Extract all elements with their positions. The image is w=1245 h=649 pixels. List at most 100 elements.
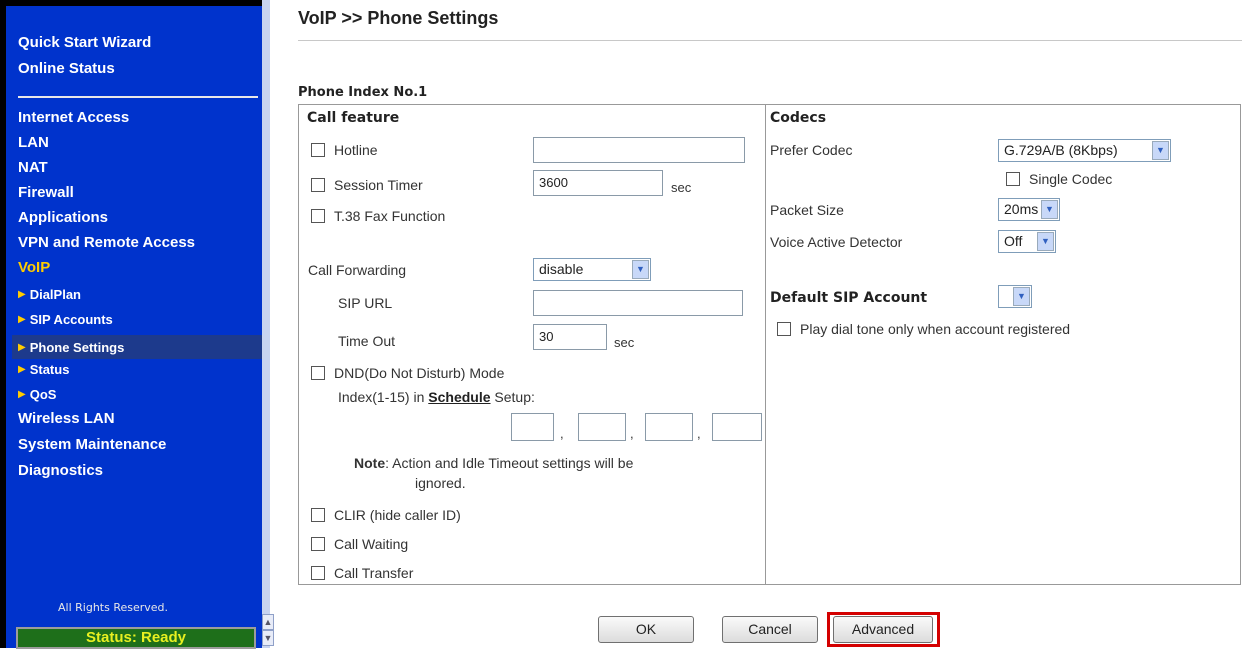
time-out-input[interactable]: 30 <box>533 324 607 350</box>
clir-checkbox[interactable] <box>311 508 325 522</box>
scroll-down-arrow-icon[interactable]: ▼ <box>262 630 274 646</box>
nav-internet-access[interactable]: Internet Access <box>18 109 129 126</box>
triangle-right-icon: ▶ <box>18 341 26 353</box>
comma-separator: , <box>630 426 634 441</box>
scrollbar-track[interactable] <box>262 0 270 648</box>
call-waiting-label: Call Waiting <box>334 536 409 552</box>
schedule-index-1-input[interactable] <box>511 413 554 441</box>
play-dial-tone-checkbox[interactable] <box>777 322 791 336</box>
prefer-codec-label: Prefer Codec <box>770 142 853 158</box>
vad-select[interactable]: Off ▼ <box>998 230 1056 253</box>
note-text: Note: Action and Idle Timeout settings w… <box>354 455 633 471</box>
nav-sub-label: DialPlan <box>29 287 81 302</box>
chevron-down-icon: ▼ <box>632 260 649 279</box>
nav-nat[interactable]: NAT <box>18 159 48 176</box>
play-dial-tone-label: Play dial tone only when account registe… <box>800 321 1071 337</box>
default-sip-account-select[interactable]: ▼ <box>998 285 1032 308</box>
session-timer-checkbox[interactable] <box>311 178 325 192</box>
nav-applications[interactable]: Applications <box>18 209 108 226</box>
schedule-index-2-input[interactable] <box>578 413 626 441</box>
default-sip-account-label: Default SIP Account <box>770 290 928 306</box>
triangle-right-icon: ▶ <box>18 364 26 375</box>
comma-separator: , <box>697 426 701 441</box>
clir-label: CLIR (hide caller ID) <box>334 507 461 523</box>
t38-fax-checkbox[interactable] <box>311 209 325 223</box>
nav-firewall[interactable]: Firewall <box>18 184 74 201</box>
nav-quick-start-wizard[interactable]: Quick Start Wizard <box>18 34 151 51</box>
dnd-checkbox[interactable] <box>311 366 325 380</box>
nav-lan[interactable]: LAN <box>18 134 49 151</box>
hotline-checkbox[interactable] <box>311 143 325 157</box>
chevron-down-icon: ▼ <box>1041 200 1058 219</box>
nav-sub-qos[interactable]: ▶ QoS <box>18 387 56 402</box>
sidebar: Quick Start Wizard Online Status Interne… <box>0 0 264 649</box>
sidebar-divider <box>18 96 258 98</box>
nav-sub-phone-settings[interactable]: ▶ Phone Settings <box>12 335 264 359</box>
nav-online-status[interactable]: Online Status <box>18 60 115 77</box>
prefer-codec-value: G.729A/B (8Kbps) <box>1004 142 1118 158</box>
single-codec-label: Single Codec <box>1029 171 1113 187</box>
advanced-button[interactable]: Advanced <box>833 616 933 643</box>
nav-sub-label: Status <box>29 362 70 377</box>
time-out-label: Time Out <box>338 333 396 349</box>
packet-size-select[interactable]: 20ms ▼ <box>998 198 1060 221</box>
codecs-header: Codecs <box>770 110 827 126</box>
vad-label: Voice Active Detector <box>770 234 903 250</box>
sip-url-input[interactable] <box>533 290 743 316</box>
copyright-text: All Rights Reserved. <box>58 601 169 614</box>
hotline-label: Hotline <box>334 142 378 158</box>
index-suffix-text: Setup: <box>494 389 535 405</box>
chevron-down-icon: ▼ <box>1037 232 1054 251</box>
packet-size-value: 20ms <box>1004 201 1039 217</box>
sip-url-label: SIP URL <box>338 295 393 311</box>
nav-wireless-lan[interactable]: Wireless LAN <box>18 410 115 427</box>
nav-vpn-remote-access[interactable]: VPN and Remote Access <box>18 234 195 251</box>
schedule-index-4-input[interactable] <box>712 413 762 441</box>
nav-sub-label: Phone Settings <box>29 339 125 355</box>
nav-sub-label: SIP Accounts <box>29 312 113 327</box>
session-timer-label: Session Timer <box>334 177 423 193</box>
chevron-down-icon: ▼ <box>1152 141 1169 160</box>
schedule-link[interactable]: Schedule <box>428 389 490 405</box>
comma-separator: , <box>560 426 564 441</box>
session-timer-unit: sec <box>671 180 692 195</box>
chevron-down-icon: ▼ <box>1013 287 1030 306</box>
dnd-label: DND(Do Not Disturb) Mode <box>334 365 505 381</box>
nav-sub-sip-accounts[interactable]: ▶ SIP Accounts <box>18 312 113 327</box>
cancel-button[interactable]: Cancel <box>722 616 818 643</box>
hotline-input[interactable] <box>533 137 745 163</box>
nav-system-maintenance[interactable]: System Maintenance <box>18 436 166 453</box>
call-transfer-label: Call Transfer <box>334 565 414 581</box>
phone-index-label: Phone Index No.1 <box>298 85 428 100</box>
note-label: Note <box>354 455 386 471</box>
schedule-index-3-input[interactable] <box>645 413 693 441</box>
call-forwarding-value: disable <box>539 261 584 277</box>
t38-fax-label: T.38 Fax Function <box>334 208 446 224</box>
title-divider <box>298 40 1242 41</box>
note-text-line2: ignored. <box>415 475 466 491</box>
status-indicator: Status: Ready <box>16 627 256 649</box>
call-waiting-checkbox[interactable] <box>311 537 325 551</box>
call-forwarding-select[interactable]: disable ▼ <box>533 258 651 281</box>
nav-sub-status[interactable]: ▶ Status <box>18 362 69 377</box>
panel-divider <box>765 104 766 585</box>
prefer-codec-select[interactable]: G.729A/B (8Kbps) ▼ <box>998 139 1171 162</box>
nav-sub-dialplan[interactable]: ▶ DialPlan <box>18 287 81 302</box>
session-timer-input[interactable]: 3600 <box>533 170 663 196</box>
schedule-index-label: Index(1-15) in Schedule Setup: <box>338 389 535 405</box>
single-codec-checkbox[interactable] <box>1006 172 1020 186</box>
nav-voip[interactable]: VoIP <box>18 259 50 276</box>
call-transfer-checkbox[interactable] <box>311 566 325 580</box>
nav-diagnostics[interactable]: Diagnostics <box>18 462 103 479</box>
nav-sub-label: QoS <box>29 387 57 402</box>
note-body: : Action and Idle Timeout settings will … <box>385 455 634 471</box>
triangle-right-icon: ▶ <box>18 389 26 400</box>
scroll-up-arrow-icon[interactable]: ▲ <box>262 614 274 630</box>
ok-button[interactable]: OK <box>598 616 694 643</box>
vad-value: Off <box>1004 233 1023 249</box>
time-out-unit: sec <box>614 335 635 350</box>
packet-size-label: Packet Size <box>770 202 844 218</box>
page-title: VoIP >> Phone Settings <box>298 8 499 28</box>
call-feature-header: Call feature <box>307 110 400 126</box>
triangle-right-icon: ▶ <box>18 314 26 325</box>
